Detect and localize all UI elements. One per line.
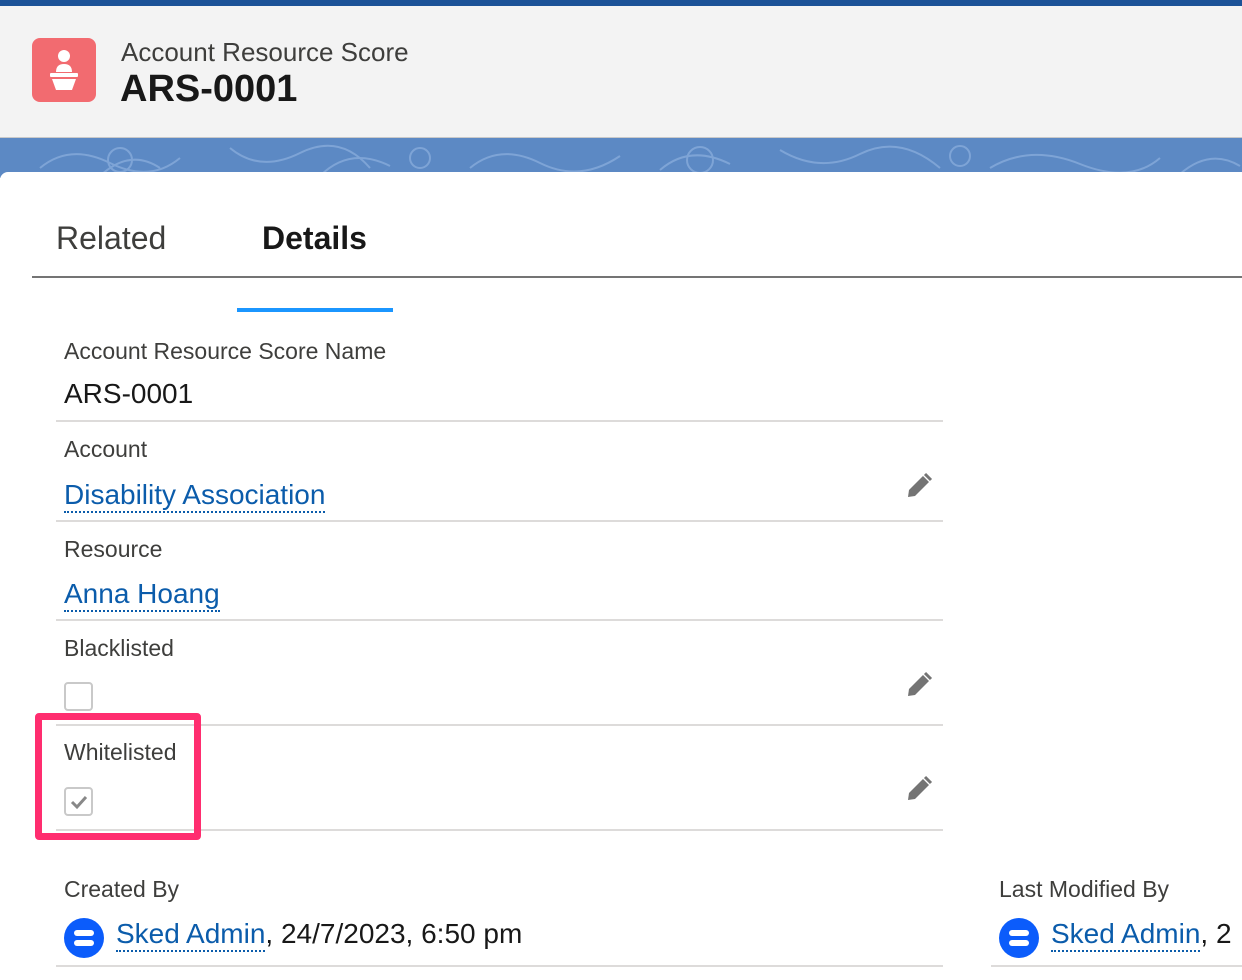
last-modified-date: , 2 — [1200, 918, 1232, 949]
field-value: Anna Hoang — [64, 578, 220, 612]
active-tab-indicator — [237, 308, 393, 312]
edit-pencil-icon[interactable] — [903, 669, 935, 701]
person-podium-icon — [32, 38, 96, 102]
created-date: , 24/7/2023, 6:50 pm — [265, 918, 523, 949]
record-title: ARS-0001 — [120, 68, 298, 110]
created-by-label: Created By — [64, 876, 180, 902]
record-header: Account Resource Score ARS-0001 — [0, 6, 1242, 138]
divider — [991, 965, 1242, 967]
field-label: Blacklisted — [64, 635, 174, 661]
field-blacklisted: Blacklisted — [56, 621, 943, 726]
user-avatar — [64, 918, 104, 958]
edit-pencil-icon[interactable] — [903, 773, 935, 805]
field-value: Disability Association — [64, 479, 326, 513]
blacklisted-checkbox[interactable] — [64, 682, 93, 711]
tab-related[interactable]: Related — [56, 212, 166, 276]
field-account: Account Disability Association — [56, 422, 943, 522]
divider — [56, 965, 943, 967]
resource-link[interactable]: Anna Hoang — [64, 578, 220, 612]
object-type-label: Account Resource Score — [121, 37, 409, 67]
tab-details[interactable]: Details — [262, 212, 367, 276]
tab-bar: Related Details — [32, 212, 1242, 312]
created-by-value: Sked Admin, 24/7/2023, 6:50 pm — [116, 918, 523, 952]
last-modified-by-value: Sked Admin, 2 — [1051, 918, 1232, 952]
last-modified-by-label: Last Modified By — [999, 876, 1170, 902]
created-by-user-link[interactable]: Sked Admin — [116, 918, 266, 952]
field-label: Account Resource Score Name — [64, 338, 387, 364]
field-label: Account — [64, 436, 148, 462]
user-avatar — [999, 918, 1039, 958]
edit-pencil-icon[interactable] — [903, 470, 935, 502]
highlight-annotation-box — [35, 713, 201, 840]
field-resource: Resource Anna Hoang — [56, 522, 943, 621]
field-label: Resource — [64, 536, 163, 562]
record-details-card: Related Details Account Resource Score N… — [0, 172, 1242, 980]
field-value: ARS-0001 — [64, 378, 194, 409]
last-modified-by-user-link[interactable]: Sked Admin — [1051, 918, 1201, 952]
account-link[interactable]: Disability Association — [64, 479, 326, 513]
field-name: Account Resource Score Name ARS-0001 — [56, 332, 943, 422]
